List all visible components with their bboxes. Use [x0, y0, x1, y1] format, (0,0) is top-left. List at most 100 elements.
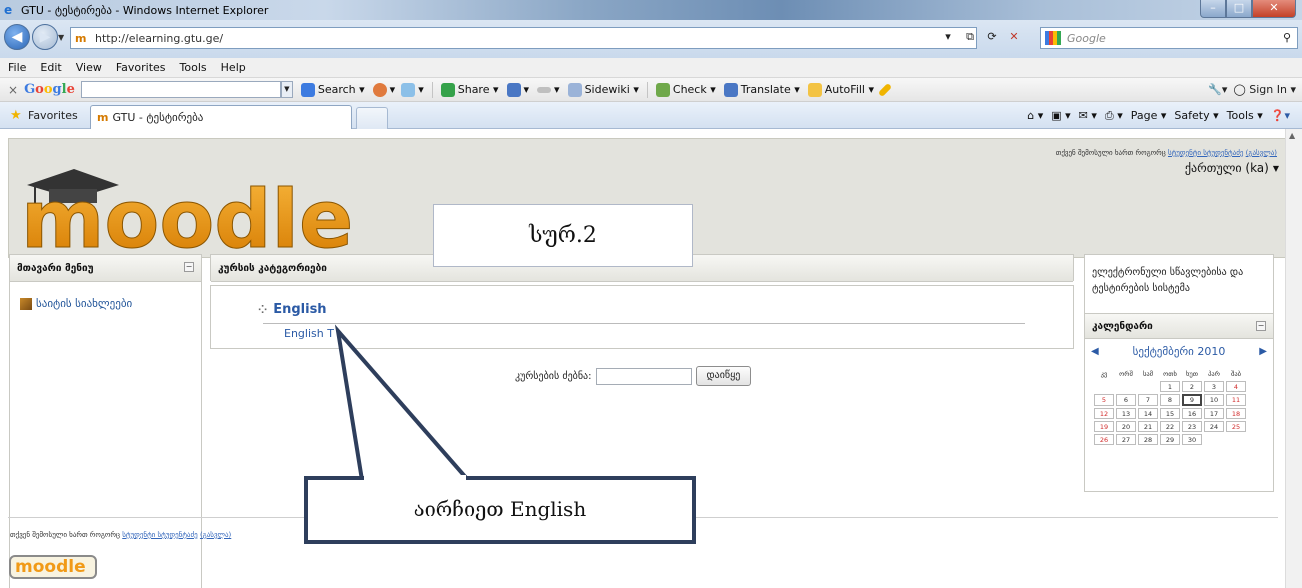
help-icon[interactable]: ❓▾ — [1271, 109, 1290, 123]
calendar-day[interactable]: 16 — [1182, 408, 1202, 419]
calendar-day[interactable]: 27 — [1116, 434, 1136, 445]
menu-help[interactable]: Help — [221, 61, 246, 74]
collapse-icon[interactable]: − — [1256, 321, 1266, 331]
calendar-day[interactable]: 19 — [1094, 421, 1114, 432]
close-window-button[interactable]: ✕ — [1252, 0, 1296, 18]
search-icon[interactable]: ⚲ — [1283, 31, 1291, 44]
calendar-day[interactable]: 3 — [1204, 381, 1224, 392]
calendar-day[interactable]: 10 — [1204, 394, 1224, 406]
maximize-button[interactable]: □ — [1226, 0, 1252, 18]
logout-link[interactable]: (გასვლა) — [1246, 149, 1277, 157]
calendar-day[interactable]: 24 — [1204, 421, 1224, 432]
calendar-day[interactable]: 9 — [1182, 394, 1202, 406]
course-search-button[interactable]: დაიწყე — [695, 366, 752, 386]
print-icon[interactable]: ⎙ ▾ — [1105, 109, 1123, 123]
pencil-button[interactable] — [877, 82, 893, 97]
calendar-day[interactable]: 11 — [1226, 394, 1246, 406]
safety-menu[interactable]: Safety ▾ — [1174, 109, 1218, 123]
close-toolbar-icon[interactable]: × — [8, 83, 18, 97]
web-search-input[interactable]: Google ⚲ — [1040, 27, 1298, 49]
minimize-button[interactable]: – — [1200, 0, 1226, 18]
calendar-day[interactable]: 12 — [1094, 408, 1114, 419]
address-input[interactable]: m http://elearning.gtu.ge/ — [70, 27, 977, 49]
page-menu[interactable]: Page ▾ — [1131, 109, 1167, 123]
sidewiki-button[interactable]: Sidewiki ▾ — [567, 82, 639, 97]
spellcheck-button[interactable]: Check ▾ — [655, 82, 716, 97]
calendar-day[interactable]: 7 — [1138, 394, 1158, 406]
mail-icon[interactable]: ✉ ▾ — [1079, 109, 1097, 123]
scroll-up-icon[interactable]: ▲ — [1289, 131, 1295, 140]
calendar-day[interactable]: 15 — [1160, 408, 1180, 419]
new-tab-button[interactable] — [356, 107, 388, 129]
favorites-button[interactable]: Favorites — [28, 109, 78, 122]
logout-link[interactable]: (გასვლა) — [200, 531, 231, 539]
compatibility-icon[interactable]: ⧉ — [962, 29, 978, 45]
calendar-day[interactable]: 23 — [1182, 421, 1202, 432]
moodle-footer-logo[interactable]: moodle — [9, 555, 97, 579]
calendar-day[interactable]: 17 — [1204, 408, 1224, 419]
wrench-icon[interactable]: 🔧▾ — [1208, 83, 1227, 96]
menu-tools[interactable]: Tools — [180, 61, 207, 74]
feeds-icon[interactable]: ▣ ▾ — [1051, 109, 1070, 123]
tools-menu[interactable]: Tools ▾ — [1227, 109, 1263, 123]
history-dropdown-icon[interactable]: ▼ — [58, 33, 64, 42]
calendar-day[interactable]: 21 — [1138, 421, 1158, 432]
autofill-button[interactable]: AutoFill ▾ — [807, 82, 874, 97]
tab-gtu[interactable]: m GTU - ტესტირება — [90, 105, 352, 129]
language-select[interactable]: ქართული (ka) ▼ — [1185, 161, 1279, 175]
calendar-day[interactable]: 28 — [1138, 434, 1158, 445]
stop-icon[interactable]: ✕ — [1006, 29, 1022, 45]
menu-view[interactable]: View — [76, 61, 102, 74]
site-favicon-icon: m — [75, 31, 87, 45]
signin-button[interactable]: ◯ Sign In ▾ — [1233, 83, 1296, 96]
calendar-day[interactable]: 22 — [1160, 421, 1180, 432]
vertical-scrollbar[interactable]: ▲ — [1285, 129, 1302, 588]
menu-favorites[interactable]: Favorites — [116, 61, 166, 74]
login-info-top: თქვენ შემოსული ხართ როგორც სტუდენტი სტუდ… — [1055, 149, 1277, 157]
calendar-day[interactable]: 4 — [1226, 381, 1246, 392]
share-button[interactable]: Share ▾ — [440, 82, 499, 97]
calendar-day[interactable]: 29 — [1160, 434, 1180, 445]
calendar-day[interactable]: 26 — [1094, 434, 1114, 445]
calendar-day[interactable]: 6 — [1116, 394, 1136, 406]
bookmarks-button[interactable]: ▾ — [506, 82, 529, 97]
course-link[interactable]: English T — [284, 327, 334, 340]
calendar-day[interactable]: 8 — [1160, 394, 1180, 406]
favorites-star-icon[interactable]: ★ — [10, 108, 22, 123]
google-search-dropdown-icon[interactable]: ▼ — [280, 81, 293, 98]
user-profile-link[interactable]: სტუდენტი სტუდენტაძე — [1168, 149, 1243, 157]
prev-month-icon[interactable]: ◀ — [1091, 346, 1099, 357]
course-search-input[interactable] — [595, 367, 692, 385]
calendar-month-link[interactable]: სექტემბერი 2010 — [1133, 345, 1226, 358]
home-icon[interactable]: ⌂ ▾ — [1027, 109, 1043, 123]
search-button[interactable]: Search ▾ — [300, 82, 365, 97]
refresh-icon[interactable]: ⟳ — [984, 29, 1000, 45]
calendar-day[interactable]: 5 — [1094, 394, 1114, 406]
calendar-day[interactable]: 13 — [1116, 408, 1136, 419]
category-english-link[interactable]: ⁘ English — [258, 302, 327, 317]
calendar-day[interactable]: 14 — [1138, 408, 1158, 419]
calendar-day[interactable]: 25 — [1226, 421, 1246, 432]
next-month-icon[interactable]: ▶ — [1259, 346, 1267, 357]
user-profile-link[interactable]: სტუდენტი სტუდენტაძე — [122, 531, 197, 539]
command-bar: ⌂ ▾ ▣ ▾ ✉ ▾ ⎙ ▾ Page ▾ Safety ▾ Tools ▾ … — [1027, 109, 1290, 123]
google-toolbar-search-input[interactable] — [80, 81, 281, 98]
popup-button[interactable]: ▾ — [537, 83, 560, 96]
calendar-day[interactable]: 18 — [1226, 408, 1246, 419]
back-button[interactable]: ◀ — [4, 24, 30, 50]
translate-button[interactable]: Translate ▾ — [723, 82, 800, 97]
calendar-day[interactable]: 20 — [1116, 421, 1136, 432]
collapse-icon[interactable]: − — [184, 262, 194, 272]
forward-button[interactable]: ▶ — [32, 24, 58, 50]
menu-edit[interactable]: Edit — [40, 61, 61, 74]
calendar-day[interactable]: 2 — [1182, 381, 1202, 392]
favorites-bar: ★ Favorites m GTU - ტესტირება ⌂ ▾ ▣ ▾ ✉ … — [0, 102, 1302, 129]
menu-file[interactable]: File — [8, 61, 26, 74]
toolbar-icon-group[interactable]: ▾ ▾ — [372, 82, 424, 97]
address-dropdown-icon[interactable]: ▾ — [940, 29, 956, 45]
calendar-day[interactable]: 1 — [1160, 381, 1180, 392]
calendar-day[interactable]: 30 — [1182, 434, 1202, 445]
globe-icon — [372, 82, 387, 97]
calendar-block: კალენდარი − ◀ სექტემბერი 2010 ▶ კვ ორშ ს… — [1084, 314, 1274, 492]
site-news-link[interactable]: საიტის სიახლეები — [20, 297, 132, 310]
